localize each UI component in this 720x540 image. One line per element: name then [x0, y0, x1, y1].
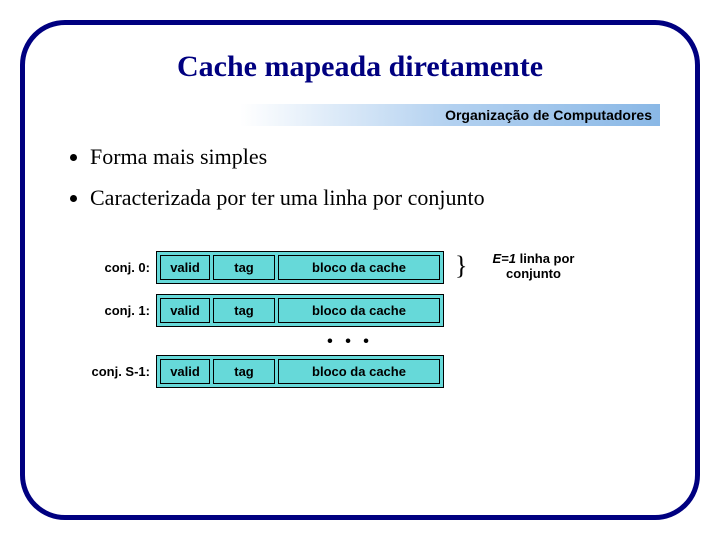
set-label: conj. 1: — [60, 303, 156, 318]
slide-frame: Cache mapeada diretamente Organização de… — [20, 20, 700, 520]
subtitle-bar: Organização de Computadores — [240, 104, 660, 126]
set-label: conj. 0: — [60, 260, 156, 275]
valid-cell: valid — [160, 255, 210, 280]
tag-cell: tag — [213, 298, 275, 323]
block-cell: bloco da cache — [278, 255, 440, 280]
brace-icon: } — [455, 253, 467, 279]
set-row: conj. 1: valid tag bloco da cache — [60, 294, 660, 327]
set-row: conj. S-1: valid tag bloco da cache — [60, 355, 660, 388]
set-label: conj. S-1: — [60, 364, 156, 379]
bullet-item: Caracterizada por ter uma linha por conj… — [90, 185, 660, 211]
note-text: E=1 linha por conjunto — [473, 251, 593, 281]
valid-cell: valid — [160, 298, 210, 323]
note-rest: linha por conjunto — [506, 251, 574, 281]
tag-cell: tag — [213, 359, 275, 384]
cache-diagram: } E=1 linha por conjunto conj. 0: valid … — [60, 251, 660, 388]
cache-line-box: valid tag bloco da cache — [156, 355, 444, 388]
slide-title: Cache mapeada diretamente — [60, 50, 660, 84]
bullet-item: Forma mais simples — [90, 144, 660, 170]
cache-line-box: valid tag bloco da cache — [156, 294, 444, 327]
cache-line-box: valid tag bloco da cache — [156, 251, 444, 284]
valid-cell: valid — [160, 359, 210, 384]
block-cell: bloco da cache — [278, 298, 440, 323]
lines-per-set-note: } E=1 linha por conjunto — [455, 251, 593, 281]
tag-cell: tag — [213, 255, 275, 280]
ellipsis: • • • — [60, 333, 440, 351]
bullet-list: Forma mais simples Caracterizada por ter… — [60, 144, 660, 211]
note-eq: E=1 — [492, 251, 516, 266]
block-cell: bloco da cache — [278, 359, 440, 384]
